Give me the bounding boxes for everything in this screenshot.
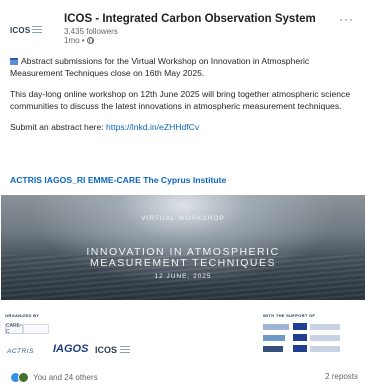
company-logo-mark — [32, 25, 43, 35]
paragraph-1-text: Abstract submissions for the Virtual Wor… — [10, 56, 310, 78]
support-logo-3 — [263, 335, 285, 341]
post-body: Abstract submissions for the Virtual Wor… — [10, 56, 355, 144]
care-c-logo: CARE-C — [5, 323, 23, 335]
abstract-link[interactable]: https://lnkd.in/eZHHdfCv — [106, 122, 199, 132]
more-options-icon[interactable]: ··· — [339, 12, 354, 26]
banner-title-line-2: MEASUREMENT TECHNIQUES — [89, 257, 277, 269]
banner-date: 12 JUNE, 2025 — [154, 273, 212, 280]
company-name[interactable]: ICOS - Integrated Carbon Observation Sys… — [64, 13, 316, 25]
post-paragraph-2: This day-long online workshop on 12th Ju… — [10, 89, 351, 111]
support-logo-4 — [310, 335, 340, 341]
organizer-logos-strip: ORGANIZED BY WITH THE SUPPORT OF CARE-C … — [1, 300, 365, 362]
linkedin-post-card: ICOS ICOS - Integrated Carbon Observatio… — [0, 0, 366, 388]
support-logo-5 — [263, 346, 283, 352]
icos-logo: ICOS — [95, 345, 131, 355]
actris-logo: ACTRIS — [7, 348, 34, 355]
post-header: ICOS ICOS - Integrated Carbon Observatio… — [10, 12, 360, 48]
eu-flag-icon — [293, 345, 307, 352]
post-age: 1mo • — [64, 36, 85, 45]
reactions-summary[interactable]: You and 24 others — [10, 372, 98, 383]
eu-flag-icon — [293, 323, 307, 330]
company-logo-text: ICOS — [10, 25, 31, 35]
with-support-label: WITH THE SUPPORT OF — [263, 313, 316, 318]
eu-flag-icon — [293, 334, 307, 341]
reposts-count[interactable]: 2 reposts — [325, 372, 358, 381]
icos-logo-mark — [120, 345, 131, 355]
globe-icon — [86, 37, 94, 44]
support-logo-2 — [310, 324, 340, 330]
icos-logo-text: ICOS — [95, 345, 118, 355]
company-logo[interactable]: ICOS — [10, 20, 54, 40]
support-logo-1 — [263, 324, 289, 330]
organized-by-label: ORGANIZED BY — [5, 313, 40, 318]
cyprus-institute-logo — [23, 324, 49, 334]
workshop-banner-image[interactable]: VIRTUAL WORKSHOP INNOVATION IN ATMOSPHER… — [1, 195, 365, 300]
paragraph-3-text: Submit an abstract here: — [10, 122, 107, 132]
post-footer: You and 24 others 2 reposts — [10, 372, 360, 386]
post-paragraph-3: Submit an abstract here: https://lnkd.in… — [10, 122, 355, 134]
celebrate-reaction-icon — [18, 372, 29, 383]
post-paragraph-1: Abstract submissions for the Virtual Wor… — [10, 56, 355, 79]
post-time: 1mo • — [64, 36, 94, 45]
post-tags[interactable]: ACTRIS IAGOS_RI EMME-CARE The Cyprus Ins… — [10, 175, 226, 185]
support-logo-6 — [310, 346, 340, 352]
banner-virtual-workshop: VIRTUAL WORKSHOP — [141, 215, 225, 222]
reactions-count: You and 24 others — [33, 373, 98, 382]
iagos-logo: IAGOS — [53, 343, 89, 355]
follower-count: 3,435 followers — [64, 27, 118, 36]
calendar-icon — [10, 58, 18, 65]
